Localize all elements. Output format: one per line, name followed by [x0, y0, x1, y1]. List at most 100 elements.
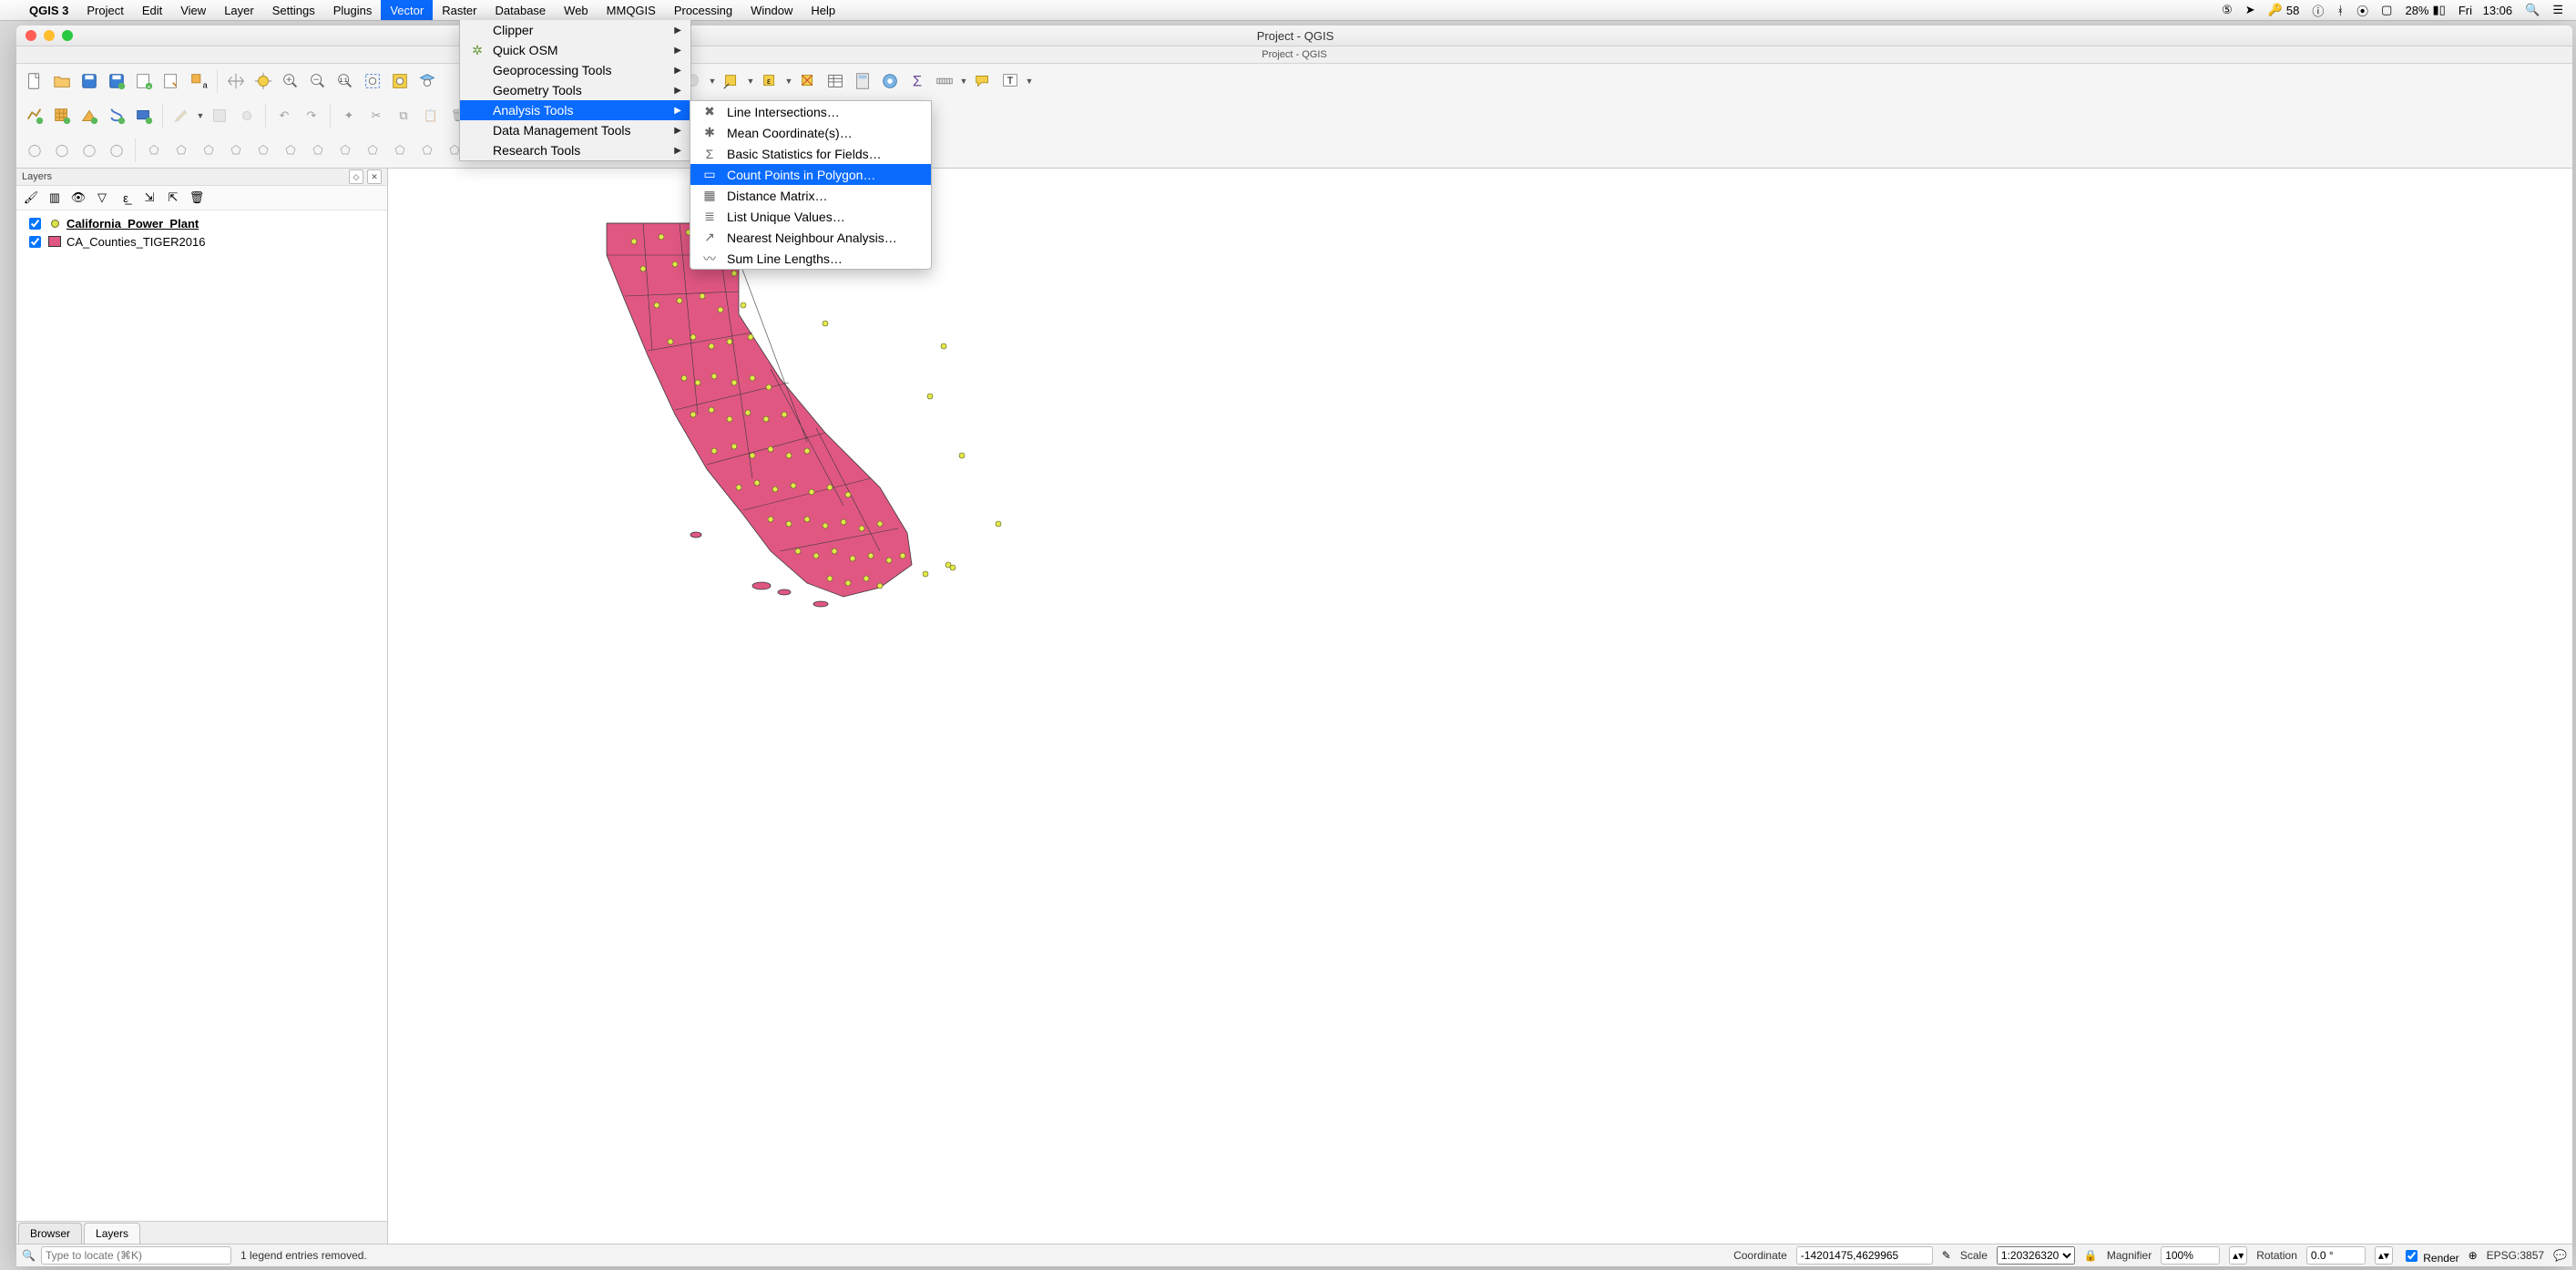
measure-button[interactable] — [932, 68, 957, 94]
new-print-layout-button[interactable]: + — [131, 68, 157, 94]
adv-digitize-7[interactable]: ⬠ — [305, 138, 331, 163]
vector-menu-quickosm[interactable]: ✲Quick OSM▶ — [460, 40, 690, 60]
adv-digitize-1[interactable]: ⬠ — [141, 138, 167, 163]
measure-dropdown[interactable]: ▼ — [959, 77, 968, 86]
vector-menu-datamgmt[interactable]: Data Management Tools▶ — [460, 120, 690, 140]
statistics-button[interactable]: Σ — [905, 68, 930, 94]
adv-digitize-5[interactable]: ⬠ — [250, 138, 276, 163]
save-project-button[interactable] — [77, 68, 102, 94]
layer-checkbox-power-plant[interactable] — [29, 218, 41, 230]
vector-menu-research[interactable]: Research Tools▶ — [460, 140, 690, 160]
menu-processing[interactable]: Processing — [665, 0, 741, 20]
pan-to-selection-button[interactable] — [250, 68, 276, 94]
menu-project[interactable]: Project — [77, 0, 132, 20]
add-delimited-layer-button[interactable] — [104, 103, 129, 128]
analysis-basic-statistics[interactable]: ΣBasic Statistics for Fields… — [690, 143, 931, 164]
new-project-button[interactable] — [22, 68, 47, 94]
wifi-icon[interactable]: ⦿ — [2356, 2, 2368, 19]
menu-edit[interactable]: Edit — [133, 0, 171, 20]
layer-expand-icon[interactable]: ⇲ — [140, 189, 158, 207]
analysis-distance-matrix[interactable]: ▦Distance Matrix… — [690, 185, 931, 206]
scale-select[interactable]: 1:20326320 — [1997, 1246, 2075, 1265]
clock[interactable]: Fri 13:06 — [2458, 4, 2512, 17]
render-checkbox[interactable] — [2406, 1250, 2418, 1262]
minimize-window-button[interactable] — [44, 30, 55, 41]
adv-digitize-3[interactable]: ⬠ — [196, 138, 221, 163]
menu-settings[interactable]: Settings — [263, 0, 324, 20]
layer-checkbox-counties[interactable] — [29, 236, 41, 248]
layer-row-counties[interactable]: CA_Counties_TIGER2016 — [22, 232, 382, 251]
cut-features-button[interactable]: ✂ — [363, 103, 389, 128]
analysis-count-points-polygon[interactable]: ▭Count Points in Polygon… — [690, 164, 931, 185]
layer-row-power-plant[interactable]: California_Power_Plant — [22, 214, 382, 232]
coordinate-input[interactable] — [1796, 1246, 1933, 1265]
analysis-nearest-neighbour[interactable]: ↗Nearest Neighbour Analysis… — [690, 227, 931, 248]
undo-button[interactable]: ↶ — [271, 103, 297, 128]
menu-layer[interactable]: Layer — [215, 0, 263, 20]
add-point-feature-button[interactable] — [234, 103, 260, 128]
map-tips-button[interactable] — [970, 68, 996, 94]
text-annotation-button[interactable]: T — [997, 68, 1023, 94]
select-expr-dropdown[interactable]: ▼ — [784, 77, 793, 86]
vector-menu-analysis[interactable]: Analysis Tools▶ — [460, 100, 690, 120]
layer-filter2-icon[interactable]: ▽ — [93, 189, 111, 207]
spotlight-icon[interactable]: 🔍 — [2525, 3, 2540, 17]
tab-layers[interactable]: Layers — [84, 1223, 140, 1244]
layout-manager-button[interactable] — [158, 68, 184, 94]
style-manager-button[interactable]: a — [186, 68, 211, 94]
redo-button[interactable]: ↷ — [299, 103, 324, 128]
attribute-table-button[interactable] — [823, 68, 848, 94]
menu-database[interactable]: Database — [486, 0, 556, 20]
vector-menu-geoprocessing[interactable]: Geoprocessing Tools▶ — [460, 60, 690, 80]
shield-icon[interactable]: ⑤ — [2222, 3, 2233, 17]
adv-digitize-10[interactable]: ⬠ — [387, 138, 413, 163]
adv-digitize-2[interactable]: ⬠ — [169, 138, 194, 163]
processing-toolbox-button[interactable] — [877, 68, 903, 94]
open-project-button[interactable] — [49, 68, 75, 94]
vertex-tool-button[interactable]: ✦ — [336, 103, 362, 128]
identify-dropdown[interactable]: ▼ — [708, 77, 717, 86]
add-raster-layer-button[interactable] — [49, 103, 75, 128]
analysis-line-intersections[interactable]: ✖Line Intersections… — [690, 101, 931, 122]
keychain-count[interactable]: 🔑58 — [2268, 3, 2300, 17]
field-calculator-button[interactable] — [850, 68, 875, 94]
digitize-4[interactable]: ◯ — [104, 138, 129, 163]
zoom-native-button[interactable]: 1:1 — [332, 68, 358, 94]
lock-icon[interactable]: 🔒 — [2084, 1249, 2098, 1262]
add-mesh-layer-button[interactable] — [77, 103, 102, 128]
app-name[interactable]: QGIS 3 — [20, 4, 77, 17]
layer-collapse-icon[interactable]: ⇱ — [164, 189, 182, 207]
zoom-in-button[interactable] — [278, 68, 303, 94]
zoom-selection-button[interactable] — [387, 68, 413, 94]
battery-status[interactable]: 28% ▮▯ — [2405, 3, 2445, 17]
zoom-window-button[interactable] — [62, 30, 73, 41]
layer-expr-icon[interactable]: ε̲ — [117, 189, 135, 207]
menu-mmqgis[interactable]: MMQGIS — [598, 0, 665, 20]
copy-features-button[interactable]: ⧉ — [391, 103, 416, 128]
airplay-icon[interactable]: ▢ — [2381, 3, 2392, 17]
editing-dropdown[interactable]: ▼ — [196, 111, 205, 120]
control-center-icon[interactable]: ☰ — [2552, 3, 2563, 17]
zoom-layer-button[interactable] — [414, 68, 440, 94]
digitize-2[interactable]: ◯ — [49, 138, 75, 163]
magnifier-stepper[interactable]: ▴▾ — [2229, 1246, 2247, 1265]
adv-digitize-9[interactable]: ⬠ — [360, 138, 385, 163]
adv-digitize-8[interactable]: ⬠ — [332, 138, 358, 163]
toggle-editing-button[interactable] — [169, 103, 194, 128]
digitize-1[interactable]: ◯ — [22, 138, 47, 163]
menu-web[interactable]: Web — [555, 0, 598, 20]
render-toggle[interactable]: Render — [2402, 1247, 2459, 1265]
vector-menu-clipper[interactable]: Clipper▶ — [460, 20, 690, 40]
adv-digitize-4[interactable]: ⬠ — [223, 138, 249, 163]
analysis-mean-coordinates[interactable]: ✱Mean Coordinate(s)… — [690, 122, 931, 143]
save-project-as-button[interactable] — [104, 68, 129, 94]
save-edits-button[interactable] — [207, 103, 232, 128]
menu-raster[interactable]: Raster — [433, 0, 486, 20]
crs-label[interactable]: EPSG:3857 — [2487, 1249, 2544, 1262]
select-dropdown[interactable]: ▼ — [746, 77, 755, 86]
deselect-button[interactable] — [795, 68, 821, 94]
add-wms-layer-button[interactable] — [131, 103, 157, 128]
panel-close-button[interactable]: ✕ — [367, 169, 382, 184]
messages-icon[interactable]: 💬 — [2553, 1249, 2567, 1262]
accessibility-icon[interactable]: ⓘ — [2312, 2, 2324, 19]
